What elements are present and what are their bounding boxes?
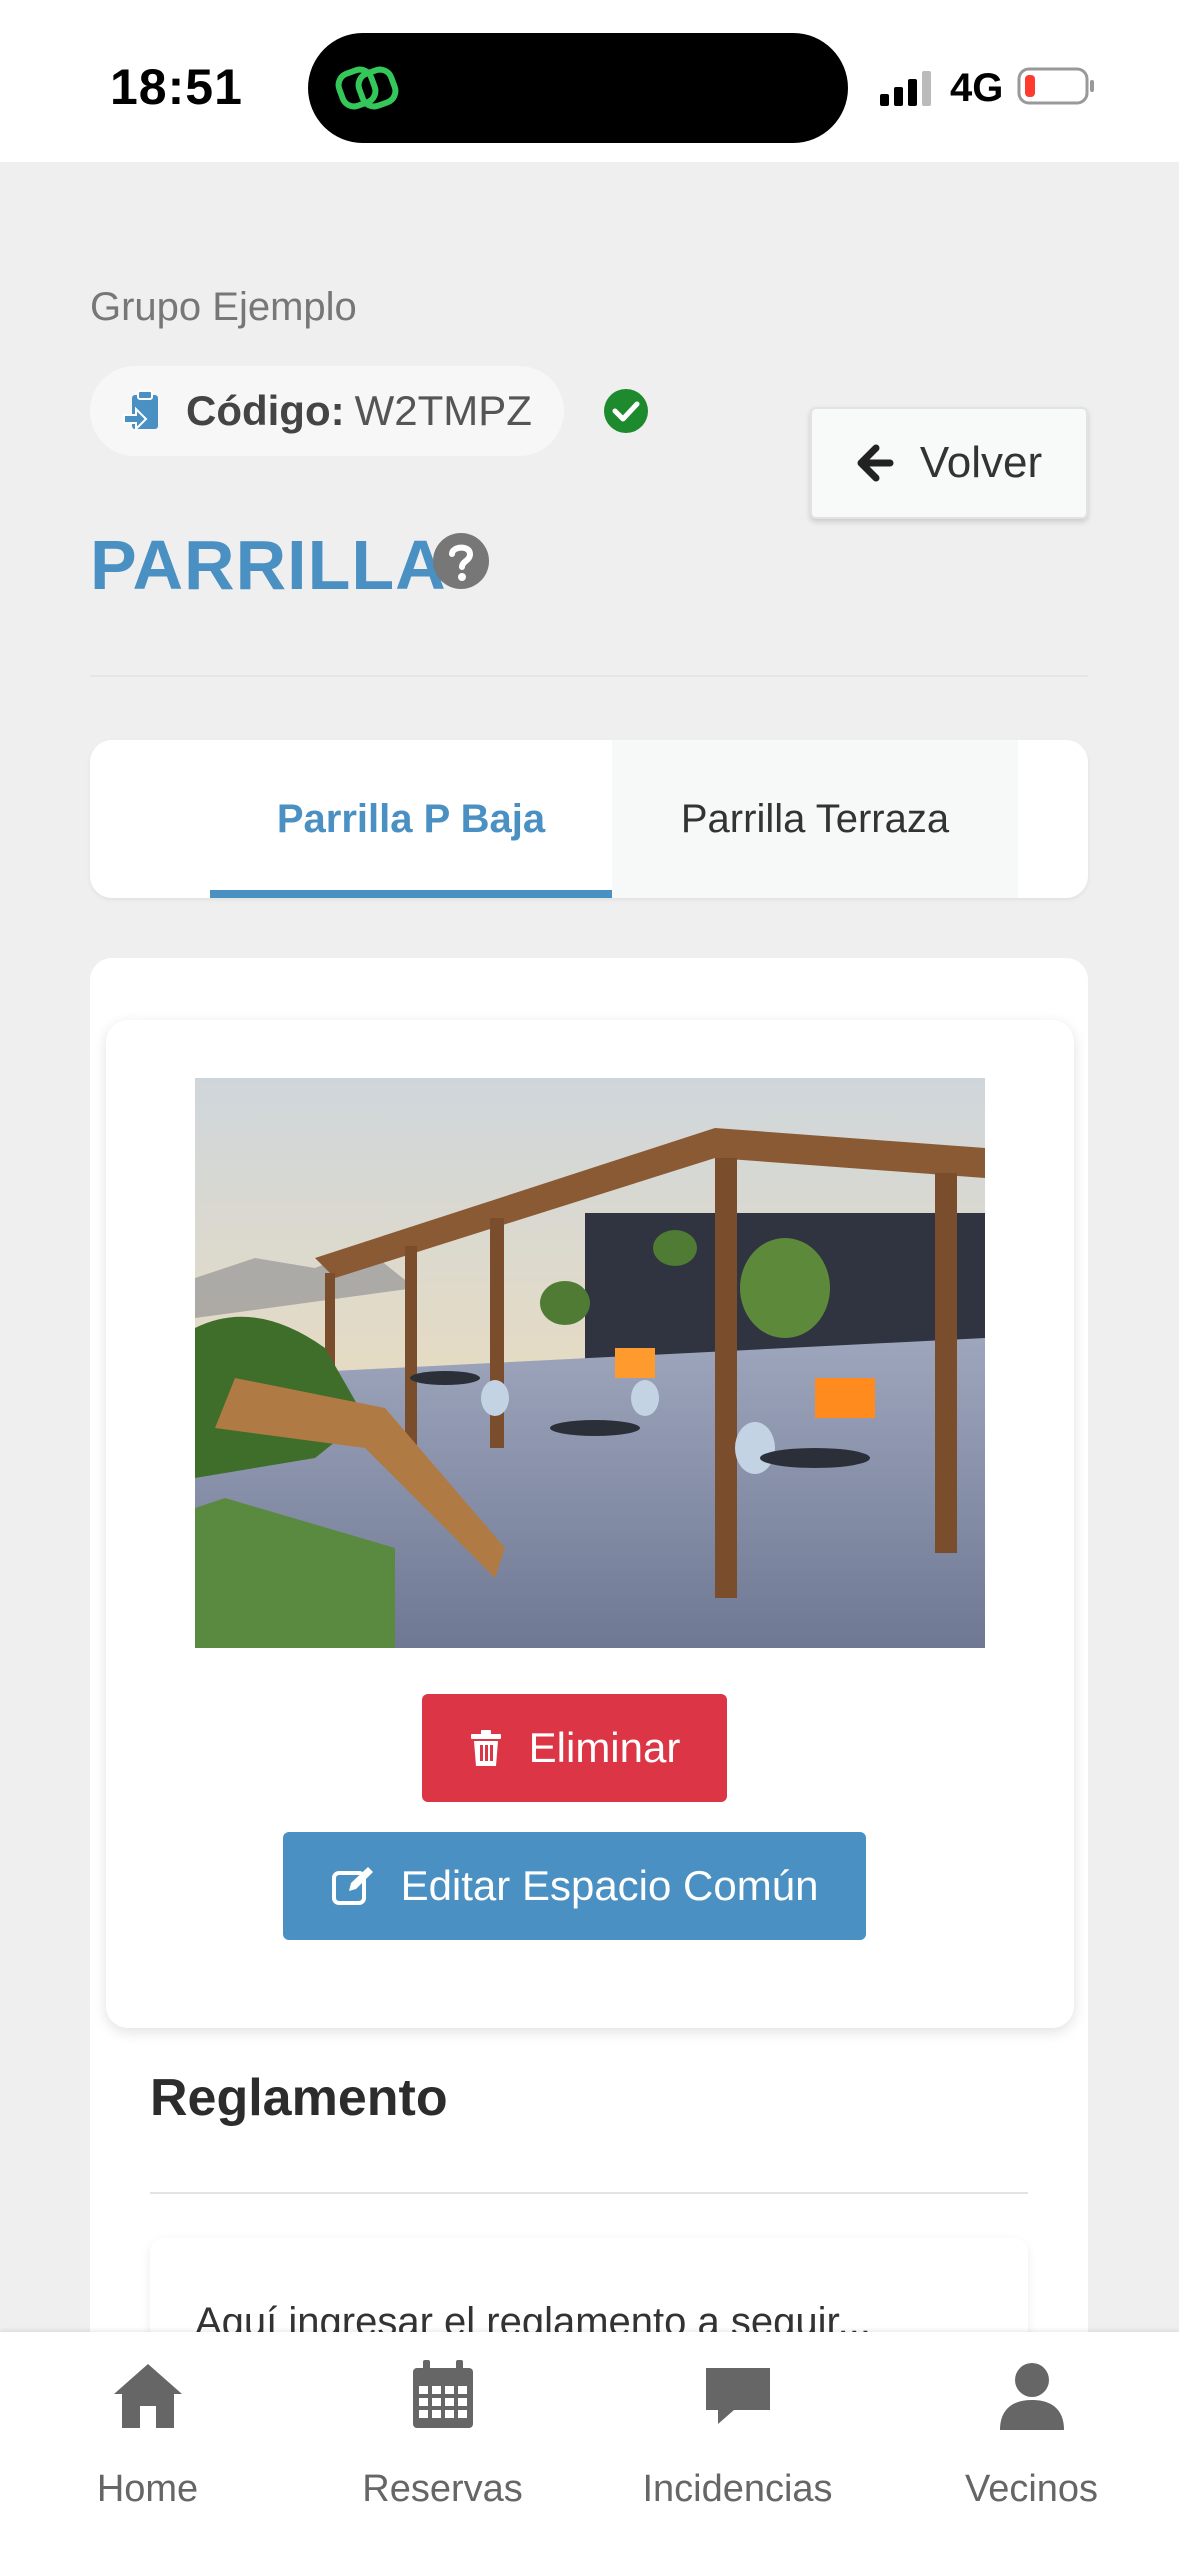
nav-vecinos[interactable]: Vecinos [884, 2332, 1179, 2556]
space-tabs: Parrilla P Baja Parrilla Terraza [90, 740, 1088, 898]
tab-parrilla-terraza[interactable]: Parrilla Terraza [612, 740, 1018, 898]
trash-icon [470, 1730, 501, 1766]
space-photo [195, 1078, 985, 1648]
code-value: W2TMPZ [354, 387, 532, 434]
back-button-label: Volver [919, 438, 1043, 487]
nav-home[interactable]: Home [0, 2332, 295, 2556]
user-icon [999, 2363, 1064, 2430]
home-icon [113, 2364, 182, 2428]
status-bar: 18:51 4G [0, 0, 1179, 162]
edit-space-button-label: Editar Espacio Común [400, 1862, 819, 1909]
question-circle-icon[interactable] [432, 532, 490, 590]
group-code-pill: Código: W2TMPZ [90, 366, 564, 456]
nav-vecinos-label: Vecinos [964, 2468, 1099, 2510]
bottom-nav: Home Reservas Incidencias Vecinos [0, 2332, 1179, 2556]
status-time: 18:51 [110, 59, 243, 115]
edit-icon [331, 1867, 373, 1905]
group-name: Grupo Ejemplo [90, 285, 357, 329]
nav-incidencias-label: Incidencias [642, 2468, 833, 2510]
calendar-icon [412, 2360, 473, 2428]
battery-icon [1017, 67, 1094, 105]
clipboard-icon [123, 390, 158, 432]
edit-space-button[interactable]: Editar Espacio Común [283, 1832, 866, 1940]
check-circle-icon [604, 389, 648, 433]
rules-title: Reglamento [150, 2069, 448, 2127]
link-icon [335, 66, 399, 110]
delete-button[interactable]: Eliminar [422, 1694, 727, 1802]
header-divider [90, 675, 1088, 677]
code-label: Código: [186, 387, 345, 434]
rules-divider [150, 2192, 1028, 2194]
signal-icon [880, 71, 931, 106]
delete-button-label: Eliminar [528, 1724, 681, 1771]
nav-home-label: Home [96, 2468, 199, 2510]
nav-incidencias[interactable]: Incidencias [590, 2332, 885, 2556]
page-title: PARRILLA [90, 526, 447, 604]
chat-icon [705, 2368, 770, 2424]
terrace-photo-illustration [195, 1078, 985, 1648]
nav-reservas-label: Reservas [362, 2468, 523, 2510]
dynamic-island [308, 33, 848, 143]
arrow-left-icon [857, 444, 894, 482]
nav-reservas[interactable]: Reservas [295, 2332, 590, 2556]
back-button[interactable]: Volver [810, 407, 1088, 519]
network-type: 4G [950, 66, 1004, 110]
tab-parrilla-p-baja[interactable]: Parrilla P Baja [210, 740, 612, 898]
